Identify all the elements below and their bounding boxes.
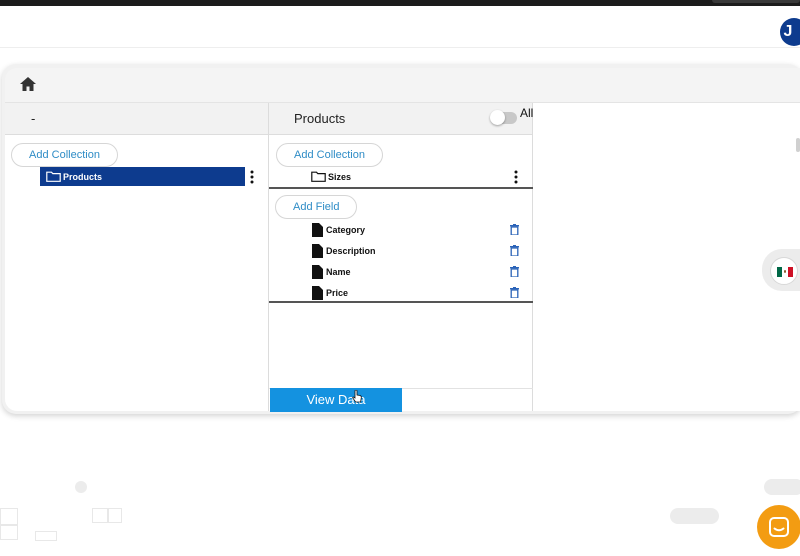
language-switch-button[interactable] (770, 257, 798, 285)
delete-icon[interactable] (510, 266, 519, 277)
collection-item-sizes[interactable]: Sizes (311, 167, 351, 186)
background-pill (670, 508, 719, 524)
document-icon (312, 264, 323, 279)
top-bar-indicator (712, 0, 800, 3)
chat-launcher-button[interactable] (757, 505, 800, 549)
field-item-description[interactable]: Description (312, 241, 376, 260)
more-options-icon[interactable] (250, 170, 254, 184)
background-dot (75, 481, 87, 493)
background-pill (764, 479, 800, 495)
delete-icon[interactable] (510, 224, 519, 235)
view-data-button[interactable]: View Data (270, 388, 402, 412)
show-all-toggle[interactable] (490, 110, 517, 125)
collection-item-label: Sizes (328, 171, 352, 182)
column-header: Products All (269, 103, 534, 135)
user-avatar[interactable]: J (780, 18, 800, 46)
document-icon (312, 243, 323, 258)
document-icon (312, 222, 323, 237)
app-header: J (0, 6, 800, 48)
field-label: Description (326, 245, 376, 256)
more-options-icon[interactable] (514, 170, 518, 184)
fields-divider (269, 301, 533, 303)
column-title: - (31, 111, 36, 126)
collection-item-products[interactable]: Products (40, 167, 245, 186)
field-label: Category (326, 224, 366, 235)
field-item-category[interactable]: Category (312, 220, 365, 239)
background-grid (35, 531, 57, 541)
background-grid (0, 524, 18, 526)
add-collection-button[interactable]: Add Collection (276, 143, 383, 167)
delete-icon[interactable] (510, 287, 519, 298)
collection-column-root: - Add Collection Products (5, 103, 269, 411)
folder-icon (46, 171, 61, 182)
background-grid (107, 508, 109, 523)
chat-icon (769, 517, 789, 537)
collection-column-products: Products All Add Collection Sizes Add Fi… (269, 103, 533, 411)
field-label: Price (326, 287, 349, 298)
column-title: Products (294, 111, 346, 126)
field-item-price[interactable]: Price (312, 283, 348, 302)
folder-icon (311, 171, 326, 182)
add-field-button[interactable]: Add Field (275, 195, 358, 219)
show-all-label: All (520, 106, 534, 120)
toggle-knob (490, 110, 505, 125)
delete-icon[interactable] (510, 245, 519, 256)
column-header: - (5, 103, 268, 135)
home-icon[interactable] (19, 76, 37, 92)
document-icon (312, 285, 323, 300)
hand-cursor-icon (352, 390, 362, 403)
collection-item-label: Products (63, 171, 103, 182)
add-collection-button[interactable]: Add Collection (11, 143, 118, 167)
field-label: Name (326, 266, 351, 277)
field-item-name[interactable]: Name (312, 262, 351, 281)
schema-panel: - Add Collection Products Products All A… (5, 68, 800, 411)
mexico-flag-icon (777, 267, 793, 277)
columns-area: - Add Collection Products Products All A… (5, 102, 800, 411)
collections-divider (269, 187, 533, 189)
scrollbar-stub[interactable] (796, 138, 800, 152)
